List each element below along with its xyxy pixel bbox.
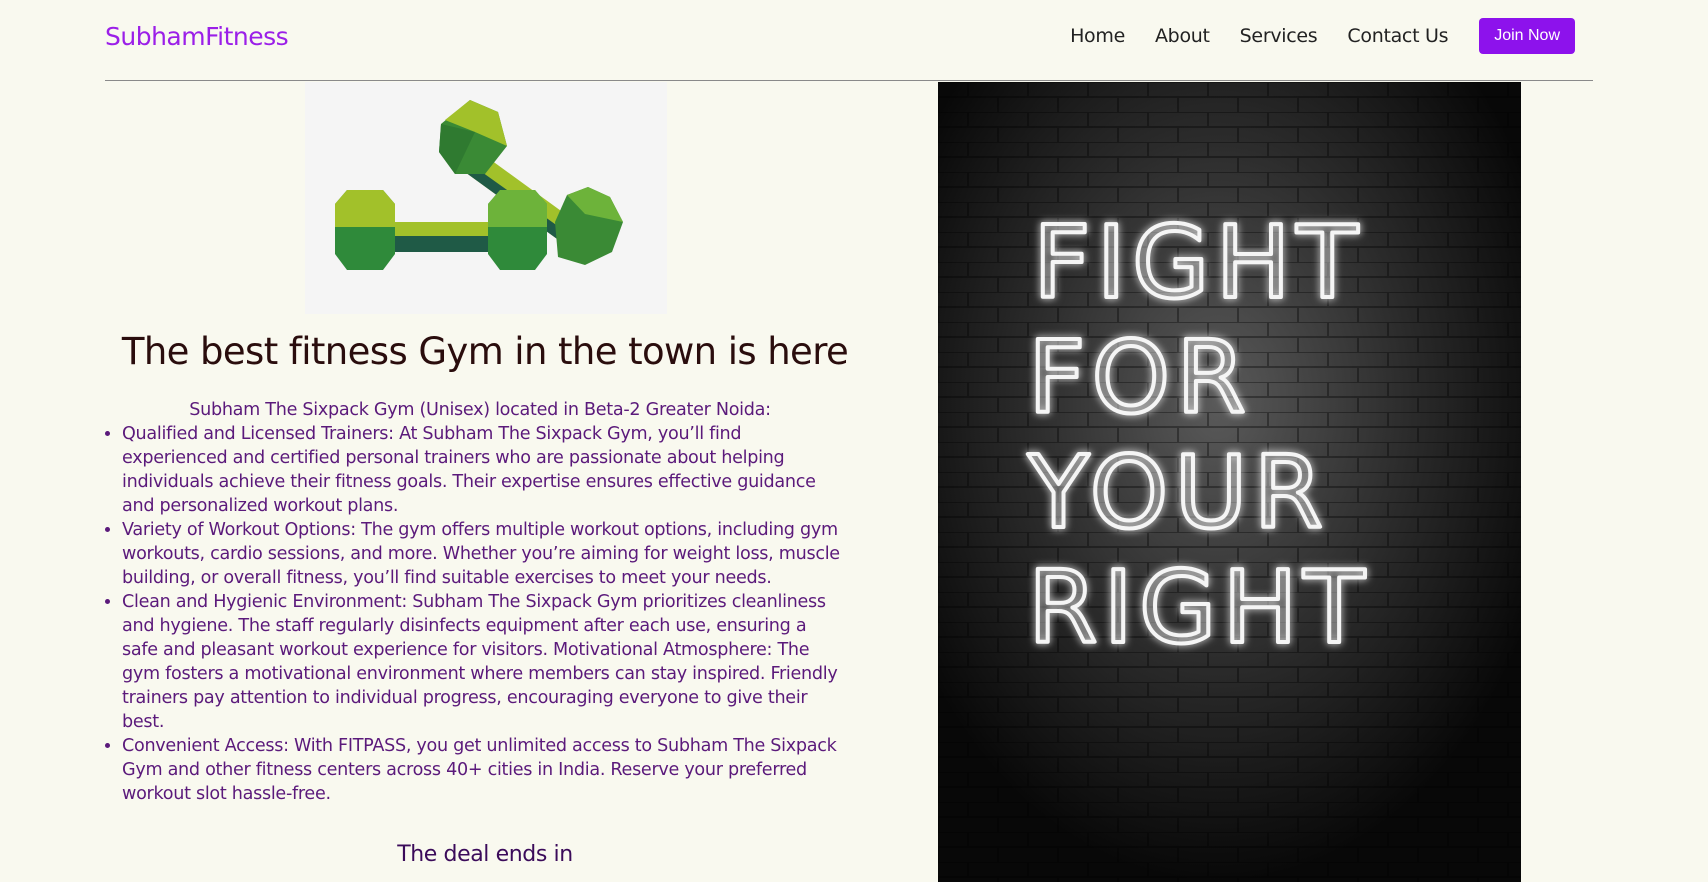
list-item: Variety of Workout Options: The gym offe… bbox=[122, 518, 845, 590]
deal-heading: The deal ends in bbox=[397, 842, 573, 867]
poster-line-4: RIGHT bbox=[1028, 549, 1371, 666]
features-list: Qualified and Licensed Trainers: At Subh… bbox=[105, 422, 845, 806]
list-item: Convenient Access: With FITPASS, you get… bbox=[122, 734, 845, 806]
neon-poster-image: FIGHT FOR YOUR RIGHT bbox=[938, 82, 1521, 882]
nav-home-link[interactable]: Home bbox=[1070, 25, 1125, 47]
list-item: Qualified and Licensed Trainers: At Subh… bbox=[122, 422, 845, 518]
site-header: SubhamFitness Home About Services Contac… bbox=[105, 0, 1593, 81]
dumbbell-icon bbox=[335, 100, 623, 270]
neon-sign-graphic: FIGHT FOR YOUR RIGHT bbox=[938, 82, 1521, 882]
poster-line-3: YOUR bbox=[1027, 434, 1329, 551]
nav-about-link[interactable]: About bbox=[1155, 25, 1210, 47]
join-now-button[interactable]: Join Now bbox=[1479, 18, 1575, 54]
intro-text: Subham The Sixpack Gym (Unisex) located … bbox=[189, 400, 771, 420]
page-title: The best fitness Gym in the town is here bbox=[121, 330, 849, 373]
dumbbell-logo-image bbox=[305, 82, 667, 314]
poster-line-1: FIGHT bbox=[1033, 204, 1364, 321]
nav-contact-link[interactable]: Contact Us bbox=[1347, 25, 1448, 47]
gym-description: Subham The Sixpack Gym (Unisex) located … bbox=[105, 398, 845, 806]
list-item: Clean and Hygienic Environment: Subham T… bbox=[122, 590, 845, 734]
brand-logo[interactable]: SubhamFitness bbox=[105, 22, 289, 51]
poster-line-2: FOR bbox=[1028, 319, 1252, 436]
nav-services-link[interactable]: Services bbox=[1240, 25, 1318, 47]
main-nav: Home About Services Contact Us Join Now bbox=[1040, 18, 1575, 54]
